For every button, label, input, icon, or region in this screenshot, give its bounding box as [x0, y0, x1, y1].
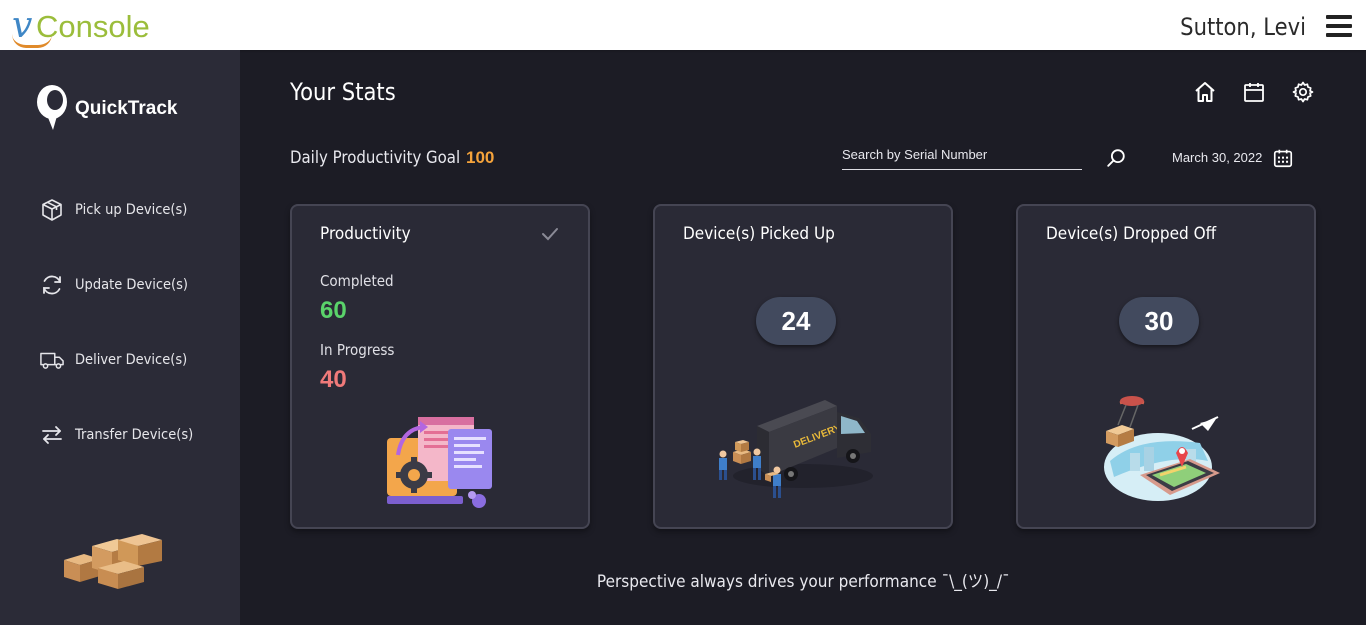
sidebar: QuickTrack Pick up Device(s) Update Devi…: [0, 50, 240, 625]
sidebar-item-deliver[interactable]: Deliver Device(s): [40, 348, 200, 372]
settings-icon[interactable]: [1291, 80, 1315, 104]
card-title: Device(s) Dropped Off: [1046, 224, 1217, 244]
date-picker-icon[interactable]: [1272, 147, 1294, 169]
sidebar-item-label: Pick up Device(s): [75, 202, 188, 218]
home-icon[interactable]: [1193, 80, 1217, 104]
picked-up-card[interactable]: Device(s) Picked Up 24 DELIVERY: [653, 204, 953, 529]
vconsole-logo[interactable]: v Console: [10, 4, 160, 48]
logo-text: Console: [36, 9, 150, 44]
tagline: Perspective always drives your performan…: [240, 567, 1366, 592]
sidebar-item-transfer[interactable]: Transfer Device(s): [40, 423, 206, 447]
tagline-text: Perspective always drives your performan…: [596, 572, 1010, 592]
sidebar-item-pick-up[interactable]: Pick up Device(s): [40, 198, 200, 222]
drone-delivery-illustration: [1104, 396, 1220, 501]
page-title: Your Stats: [290, 78, 396, 106]
sidebar-item-label: Update Device(s): [75, 277, 189, 293]
top-bar: v Console Sutton, Levi: [0, 0, 1366, 50]
calendar-icon[interactable]: [1242, 80, 1266, 104]
date-display: March 30, 2022: [1172, 150, 1263, 165]
transfer-icon: [42, 426, 62, 444]
sidebar-item-label: Transfer Device(s): [75, 427, 194, 443]
card-title: Productivity: [320, 224, 411, 244]
dropped-off-card[interactable]: Device(s) Dropped Off 30: [1016, 204, 1316, 529]
daily-goal-label: Daily Productivity Goal: [290, 148, 461, 168]
completed-label: Completed: [320, 272, 394, 290]
in-progress-label: In Progress: [320, 341, 395, 359]
user-name[interactable]: Sutton, Levi: [1180, 13, 1306, 41]
search-icon[interactable]: [1105, 147, 1127, 169]
stacked-boxes-illustration: [64, 534, 162, 589]
daily-goal-value: 100: [466, 148, 495, 167]
quicktrack-logo-icon: [37, 85, 67, 130]
completed-value: 60: [320, 297, 347, 324]
sidebar-item-update[interactable]: Update Device(s): [40, 273, 201, 297]
productivity-illustration: [387, 417, 492, 508]
truck-icon: [40, 352, 64, 369]
logo-v: v: [12, 5, 33, 46]
hamburger-menu-icon[interactable]: [1326, 15, 1352, 37]
dropped-off-count: 30: [1119, 297, 1199, 345]
refresh-icon: [43, 275, 61, 295]
search-input[interactable]: [842, 142, 1082, 166]
check-icon: [542, 228, 558, 241]
productivity-card[interactable]: Productivity Completed 60 In Progress 40: [290, 204, 590, 529]
sidebar-item-label: Deliver Device(s): [75, 352, 188, 368]
brand-name: QuickTrack: [75, 98, 178, 119]
in-progress-value: 40: [320, 366, 347, 393]
box-icon: [42, 199, 62, 221]
search-field[interactable]: [842, 142, 1082, 170]
delivery-truck-illustration: DELIVERY: [719, 400, 873, 498]
main-content: Your Stats Daily Productivity Goal 100 M…: [240, 50, 1366, 625]
quicktrack-brand[interactable]: QuickTrack: [33, 82, 177, 132]
picked-up-count: 24: [756, 297, 836, 345]
card-title: Device(s) Picked Up: [683, 224, 835, 244]
